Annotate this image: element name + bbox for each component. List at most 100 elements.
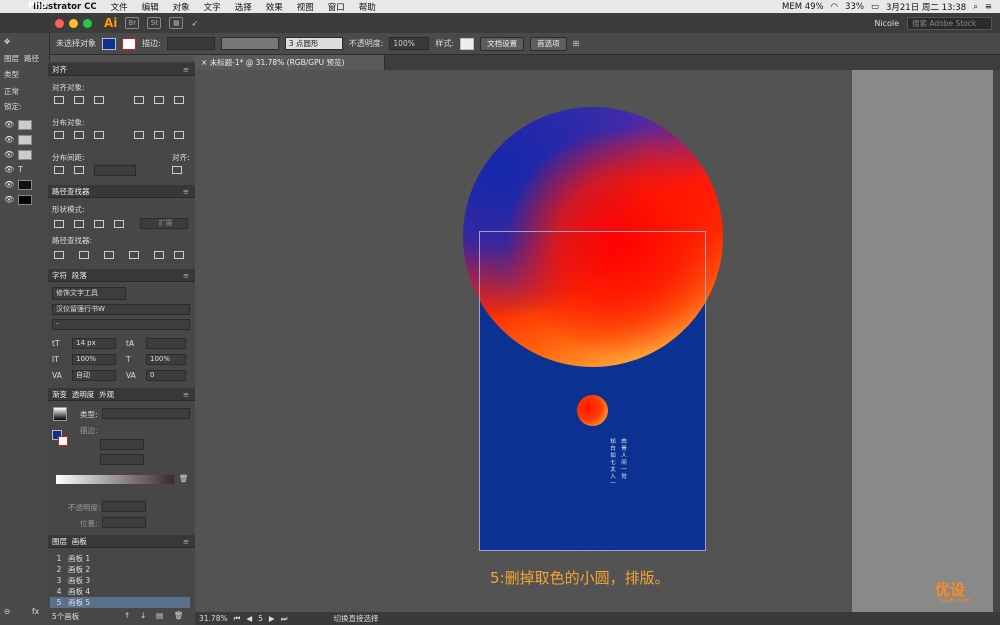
character-panel-header[interactable]: 字符 段落 ≡	[48, 269, 195, 282]
fill-swatch[interactable]	[102, 37, 116, 50]
last-artboard-icon[interactable]: ⏭	[281, 612, 288, 625]
font-family-select[interactable]: 汉仪留强行书W	[52, 304, 190, 315]
align-hcenter-icon[interactable]	[74, 96, 84, 104]
spotlight-icon[interactable]: ⌕	[973, 2, 978, 12]
stock-search-input[interactable]: 搜索 Adobe Stock	[907, 16, 992, 30]
vertical-poem-text[interactable]: 肉骨人间一觉 知白如七太入一	[596, 438, 626, 538]
eye-icon[interactable]: 👁	[4, 195, 14, 204]
panel-menu-icon[interactable]: ≡	[183, 269, 189, 282]
panel-menu-icon[interactable]: ≡	[183, 535, 189, 548]
trim-icon[interactable]	[79, 251, 89, 259]
delete-artboard-icon[interactable]: 🗑	[174, 611, 184, 620]
distribute-bottom-icon[interactable]	[94, 131, 104, 139]
first-artboard-icon[interactable]: ⏮	[234, 612, 241, 625]
layer-row[interactable]: 👁	[0, 132, 50, 147]
align-vcenter-icon[interactable]	[154, 96, 164, 104]
gradient-opacity-field[interactable]	[102, 501, 146, 512]
transparency-tab[interactable]: 透明度	[72, 390, 95, 399]
exclude-icon[interactable]	[114, 220, 124, 228]
stock-button[interactable]: St	[147, 17, 162, 29]
artboards-tab[interactable]: 画板	[72, 537, 87, 546]
distribute-hcenter-icon[interactable]	[154, 131, 164, 139]
minus-back-icon[interactable]	[174, 251, 184, 259]
artboard-row[interactable]: 2 画板 2	[50, 564, 190, 575]
minus-front-icon[interactable]	[74, 220, 84, 228]
outline-icon[interactable]	[154, 251, 164, 259]
brush-definition[interactable]: 3 点圆形	[284, 37, 343, 50]
close-window-icon[interactable]	[55, 18, 64, 28]
layers-tab[interactable]: 图层	[4, 53, 19, 64]
font-style-select[interactable]: -	[52, 319, 190, 330]
move-up-icon[interactable]: ↑	[124, 611, 130, 620]
wifi-icon[interactable]: ◠	[831, 2, 838, 12]
menu-file[interactable]: 文件	[104, 1, 135, 13]
artboard-row[interactable]: 3 画板 3	[50, 575, 190, 586]
leading-field[interactable]	[146, 338, 186, 349]
eye-icon[interactable]: 👁	[4, 120, 14, 129]
panel-menu-icon[interactable]: ≡	[183, 185, 189, 198]
artboard-page-field[interactable]: 5	[258, 612, 263, 625]
lock-icon[interactable]: ⊖	[4, 607, 10, 616]
merge-icon[interactable]	[104, 251, 114, 259]
unite-icon[interactable]	[54, 220, 64, 228]
delete-stop-icon[interactable]: 🗑	[179, 474, 189, 483]
zoom-window-icon[interactable]	[83, 18, 92, 28]
user-name[interactable]: Nicole	[874, 19, 899, 28]
align-top-icon[interactable]	[134, 96, 144, 104]
vertical-scrollbar[interactable]	[993, 70, 1000, 612]
appearance-tab[interactable]: 外观	[99, 390, 114, 399]
distribute-left-icon[interactable]	[134, 131, 144, 139]
variable-width-profile[interactable]	[220, 37, 279, 50]
artboard-row[interactable]: 1 画板 1	[50, 553, 190, 564]
graphic-style-swatch[interactable]	[460, 37, 475, 50]
menu-object[interactable]: 对象	[166, 1, 197, 13]
stroke-swatch[interactable]	[122, 37, 136, 50]
clock[interactable]: 3月21日 周二 13:38	[886, 1, 966, 13]
spacing-field[interactable]	[94, 165, 136, 176]
preferences-button[interactable]: 首选项	[530, 36, 567, 51]
touch-type-tool-button[interactable]: 修饰文字工具	[52, 287, 126, 300]
prev-artboard-icon[interactable]: ◀	[246, 612, 252, 625]
paths-tab[interactable]: 路径	[24, 53, 39, 64]
artboards-panel-header[interactable]: 图层 画板 ≡	[48, 535, 195, 548]
kerning-field[interactable]: 自动	[72, 370, 116, 381]
opacity-field[interactable]: 100%	[389, 37, 430, 50]
character-tab[interactable]: 字符	[52, 271, 67, 280]
menu-select[interactable]: 选择	[228, 1, 259, 13]
gradient-angle-field[interactable]	[100, 439, 144, 450]
zoom-field[interactable]: 31.78%	[199, 612, 228, 625]
gradient-tab[interactable]: 渐变	[52, 390, 67, 399]
align-left-icon[interactable]	[54, 96, 64, 104]
stroke-indicator[interactable]	[58, 436, 68, 446]
move-down-icon[interactable]: ↓	[140, 611, 146, 620]
eye-icon[interactable]: 👁	[4, 150, 14, 159]
crop-icon[interactable]	[129, 251, 139, 259]
expand-button[interactable]: 扩展	[140, 218, 188, 229]
gradient-panel-header[interactable]: 渐变 透明度 外观 ≡	[48, 388, 195, 401]
vertical-scale-field[interactable]: 100%	[72, 354, 116, 365]
gradient-type-select[interactable]	[102, 408, 190, 419]
minimize-window-icon[interactable]	[69, 18, 78, 28]
gradient-thumbnail[interactable]	[53, 407, 67, 421]
align-panel-header[interactable]: 对齐 ≡	[48, 63, 195, 76]
distribute-hspace-icon[interactable]	[74, 166, 84, 174]
distribute-vspace-icon[interactable]	[54, 166, 64, 174]
layer-row[interactable]: 👁	[0, 147, 50, 162]
tracking-field[interactable]: 0	[146, 370, 186, 381]
menu-window[interactable]: 窗口	[321, 1, 352, 13]
bridge-button[interactable]: Br	[125, 17, 140, 29]
layers-tab[interactable]: 图层	[52, 537, 67, 546]
layer-row[interactable]: 👁	[0, 192, 50, 207]
menu-effect[interactable]: 效果	[259, 1, 290, 13]
panel-menu-icon[interactable]: ≡	[183, 388, 189, 401]
horizontal-scale-field[interactable]: 100%	[146, 354, 186, 365]
artboard-row-selected[interactable]: 5 画板 5	[50, 597, 190, 608]
distribute-vcenter-icon[interactable]	[74, 131, 84, 139]
artboard-row[interactable]: 4 画板 4	[50, 586, 190, 597]
workspace-layout-icon[interactable]: ▦	[169, 17, 184, 29]
notification-icon[interactable]: ≡	[985, 2, 992, 12]
next-artboard-icon[interactable]: ▶	[269, 612, 275, 625]
close-tab-icon[interactable]: ×	[201, 58, 207, 67]
menu-type[interactable]: 文字	[197, 1, 228, 13]
fx-icon[interactable]: fx	[32, 607, 39, 616]
